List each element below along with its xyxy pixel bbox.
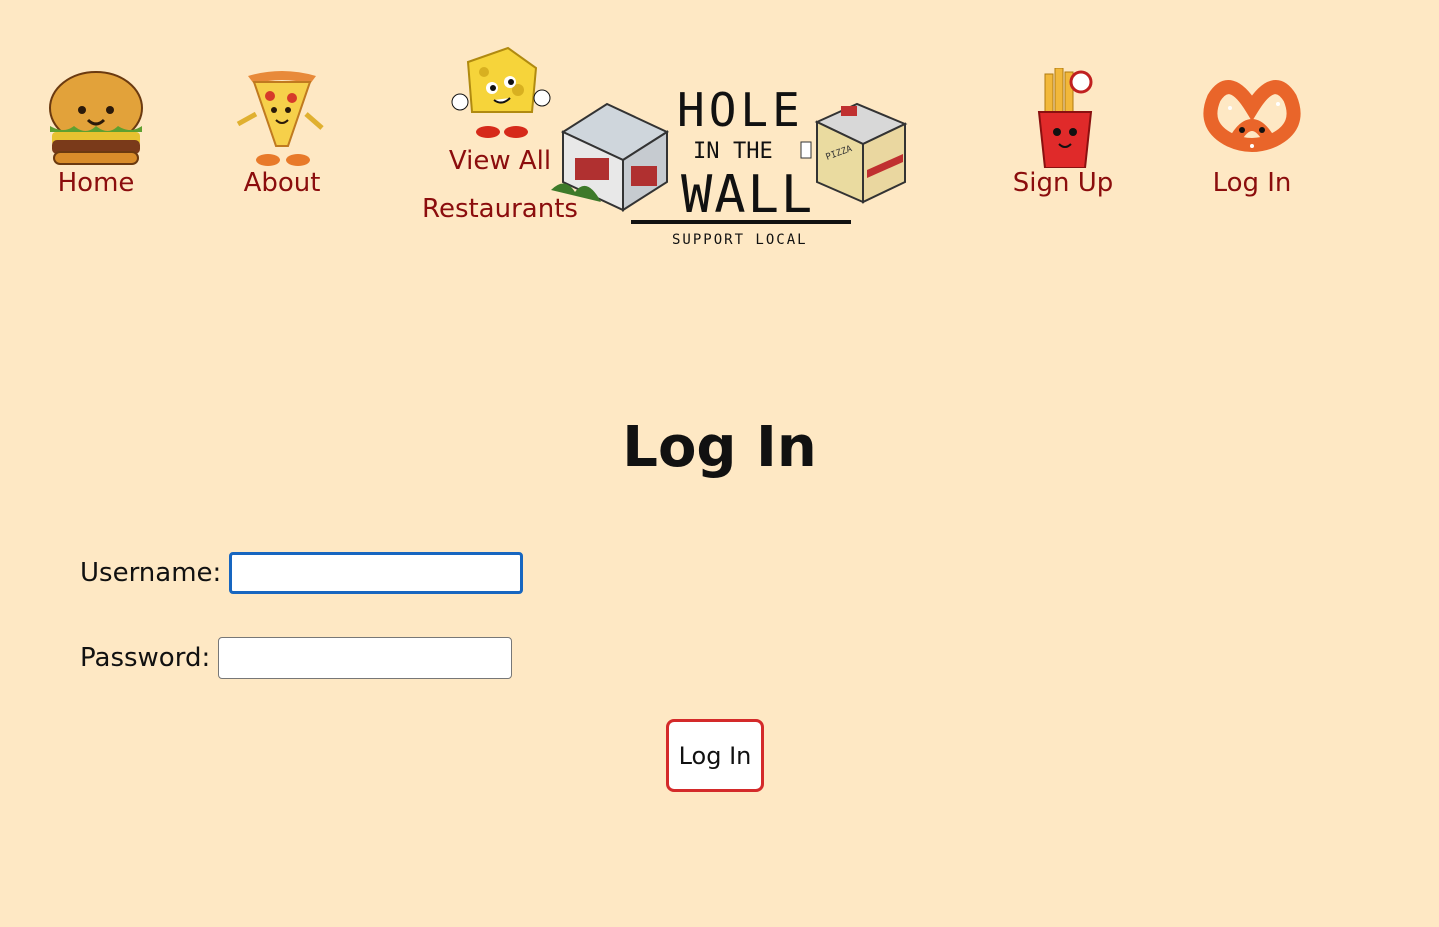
logo-tagline: SUPPORT LOCAL xyxy=(672,232,808,248)
nav-login-link[interactable]: Log In xyxy=(1196,68,1308,198)
nav-login-label: Log In xyxy=(1212,168,1292,198)
logo-line2a: IN xyxy=(693,139,720,164)
nav-home-link[interactable]: Home xyxy=(40,68,152,198)
logo-line2b: THE xyxy=(733,139,773,164)
username-row: Username: xyxy=(80,552,524,594)
username-input[interactable] xyxy=(229,552,524,594)
nav-signup-link[interactable]: Sign Up xyxy=(1000,68,1126,198)
pretzel-icon xyxy=(1203,80,1301,152)
burger-icon xyxy=(49,71,143,165)
login-submit-button[interactable]: Log In xyxy=(666,719,764,792)
password-input[interactable] xyxy=(218,637,513,679)
page-title: Log In xyxy=(622,415,817,480)
logo-line1: HOLE xyxy=(677,83,804,137)
pizza-slice-icon xyxy=(236,71,324,166)
site-logo: PIZZA HOLE IN THE WALL SUPPORT LOCAL xyxy=(545,62,915,252)
password-label: Password: xyxy=(80,643,211,673)
nav-signup-label: Sign Up xyxy=(1012,168,1114,198)
nav-home-label: Home xyxy=(57,168,135,198)
nav-about-label: About xyxy=(243,168,321,198)
username-label: Username: xyxy=(80,558,222,588)
logo-line3: WALL xyxy=(681,165,814,225)
cheese-icon xyxy=(451,46,551,138)
password-row: Password: xyxy=(80,637,513,679)
fries-icon xyxy=(1037,68,1093,168)
pizza-shop-building-icon: PIZZA xyxy=(800,102,908,204)
nav-about-link[interactable]: About xyxy=(226,68,338,198)
restaurant-building-icon xyxy=(551,102,670,212)
